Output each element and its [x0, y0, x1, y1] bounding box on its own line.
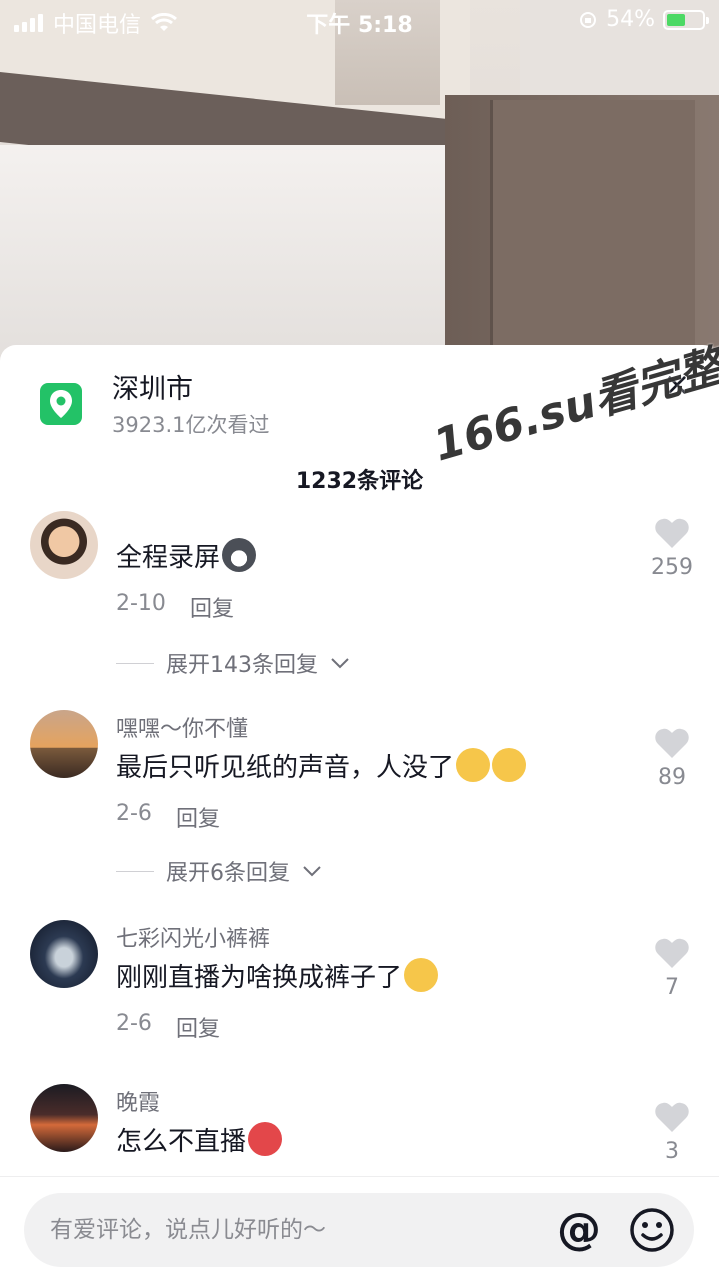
- comment-input-container[interactable]: @: [24, 1193, 694, 1267]
- reply-button[interactable]: 回复: [190, 591, 234, 623]
- comment-text-content: 全程录屏: [116, 543, 221, 573]
- mention-at-icon[interactable]: @: [554, 1205, 604, 1255]
- chevron-down-icon: [303, 866, 321, 877]
- battery-fill: [667, 13, 686, 26]
- cabinet-door: [490, 100, 695, 370]
- comment-text-content: 怎么不直播: [116, 1127, 247, 1157]
- location-views: 3923.1亿次看过: [112, 413, 270, 437]
- comment-date: 2-6: [116, 801, 152, 826]
- avatar[interactable]: [30, 511, 98, 579]
- comment-text: 最后只听见纸的声音，人没了: [116, 747, 527, 784]
- comment-username[interactable]: 晚霞: [116, 1085, 160, 1117]
- orientation-lock-icon: [580, 11, 597, 28]
- like-count: 3: [665, 1139, 679, 1164]
- reply-button[interactable]: 回复: [176, 801, 220, 833]
- comment-date: 2-6: [116, 1011, 152, 1036]
- battery-icon: [663, 9, 709, 30]
- like-count: 259: [651, 555, 693, 580]
- monocle-emoji-icon: [404, 958, 439, 992]
- comment-username[interactable]: 七彩闪光小裤裤: [116, 921, 270, 953]
- divider: [116, 870, 154, 872]
- comment-date: 2-10: [116, 591, 166, 616]
- comment-meta: 2-6 回复: [116, 801, 220, 833]
- location-pin-icon[interactable]: [40, 383, 82, 425]
- comment-text: 刚刚直播为啥换成裤子了: [116, 957, 439, 994]
- avatar[interactable]: [30, 1084, 98, 1152]
- like-button[interactable]: 3: [640, 1101, 704, 1164]
- comment-count-title: 1232条评论: [295, 469, 424, 494]
- like-button[interactable]: 89: [640, 727, 704, 790]
- comment-text: 全程录屏: [116, 537, 257, 574]
- wall: [0, 145, 470, 370]
- husky-emoji-icon: [222, 538, 257, 572]
- like-count: 7: [665, 975, 679, 1000]
- crying-emoji-icon: [456, 748, 491, 782]
- heart-icon[interactable]: [654, 1101, 690, 1133]
- crying-emoji-icon: [492, 748, 527, 782]
- divider: [116, 662, 154, 664]
- heart-icon[interactable]: [654, 517, 690, 549]
- like-button[interactable]: 259: [640, 517, 704, 580]
- avatar[interactable]: [30, 920, 98, 988]
- expand-replies-label[interactable]: 展开6条回复: [166, 855, 290, 887]
- comment-text: 怎么不直播: [116, 1121, 283, 1158]
- chevron-down-icon: [331, 658, 349, 669]
- status-bar: 中国电信 下午 5:18 54%: [0, 0, 719, 40]
- comment-text-content: 刚刚直播为啥换成裤子了: [116, 963, 403, 993]
- heart-icon[interactable]: [654, 727, 690, 759]
- comment-username[interactable]: 嘿嘿～你不懂: [116, 711, 248, 743]
- emoji-picker-icon[interactable]: [628, 1206, 676, 1254]
- angry-emoji-icon: [248, 1122, 283, 1156]
- battery-percent: 54%: [606, 7, 655, 32]
- comment-meta: 2-6 回复: [116, 1011, 220, 1043]
- expand-replies-label[interactable]: 展开143条回复: [166, 647, 318, 679]
- expand-replies-button[interactable]: 展开143条回复: [116, 647, 350, 679]
- like-button[interactable]: 7: [640, 937, 704, 1000]
- comment-text-content: 最后只听见纸的声音，人没了: [116, 753, 455, 783]
- heart-icon[interactable]: [654, 937, 690, 969]
- expand-replies-button[interactable]: 展开6条回复: [116, 855, 322, 887]
- avatar[interactable]: [30, 710, 98, 778]
- comment-input-bar: @: [0, 1176, 719, 1280]
- like-count: 89: [658, 765, 686, 790]
- location-name[interactable]: 深圳市: [112, 367, 193, 406]
- reply-button[interactable]: 回复: [176, 1011, 220, 1043]
- video-background: [0, 0, 719, 370]
- comment-meta: 2-10 回复: [116, 591, 234, 623]
- comment-input[interactable]: [50, 1193, 550, 1267]
- comment-sheet: 深圳市 3923.1亿次看过 × 1232条评论 全程录屏 2-10 回复 25…: [0, 345, 719, 1280]
